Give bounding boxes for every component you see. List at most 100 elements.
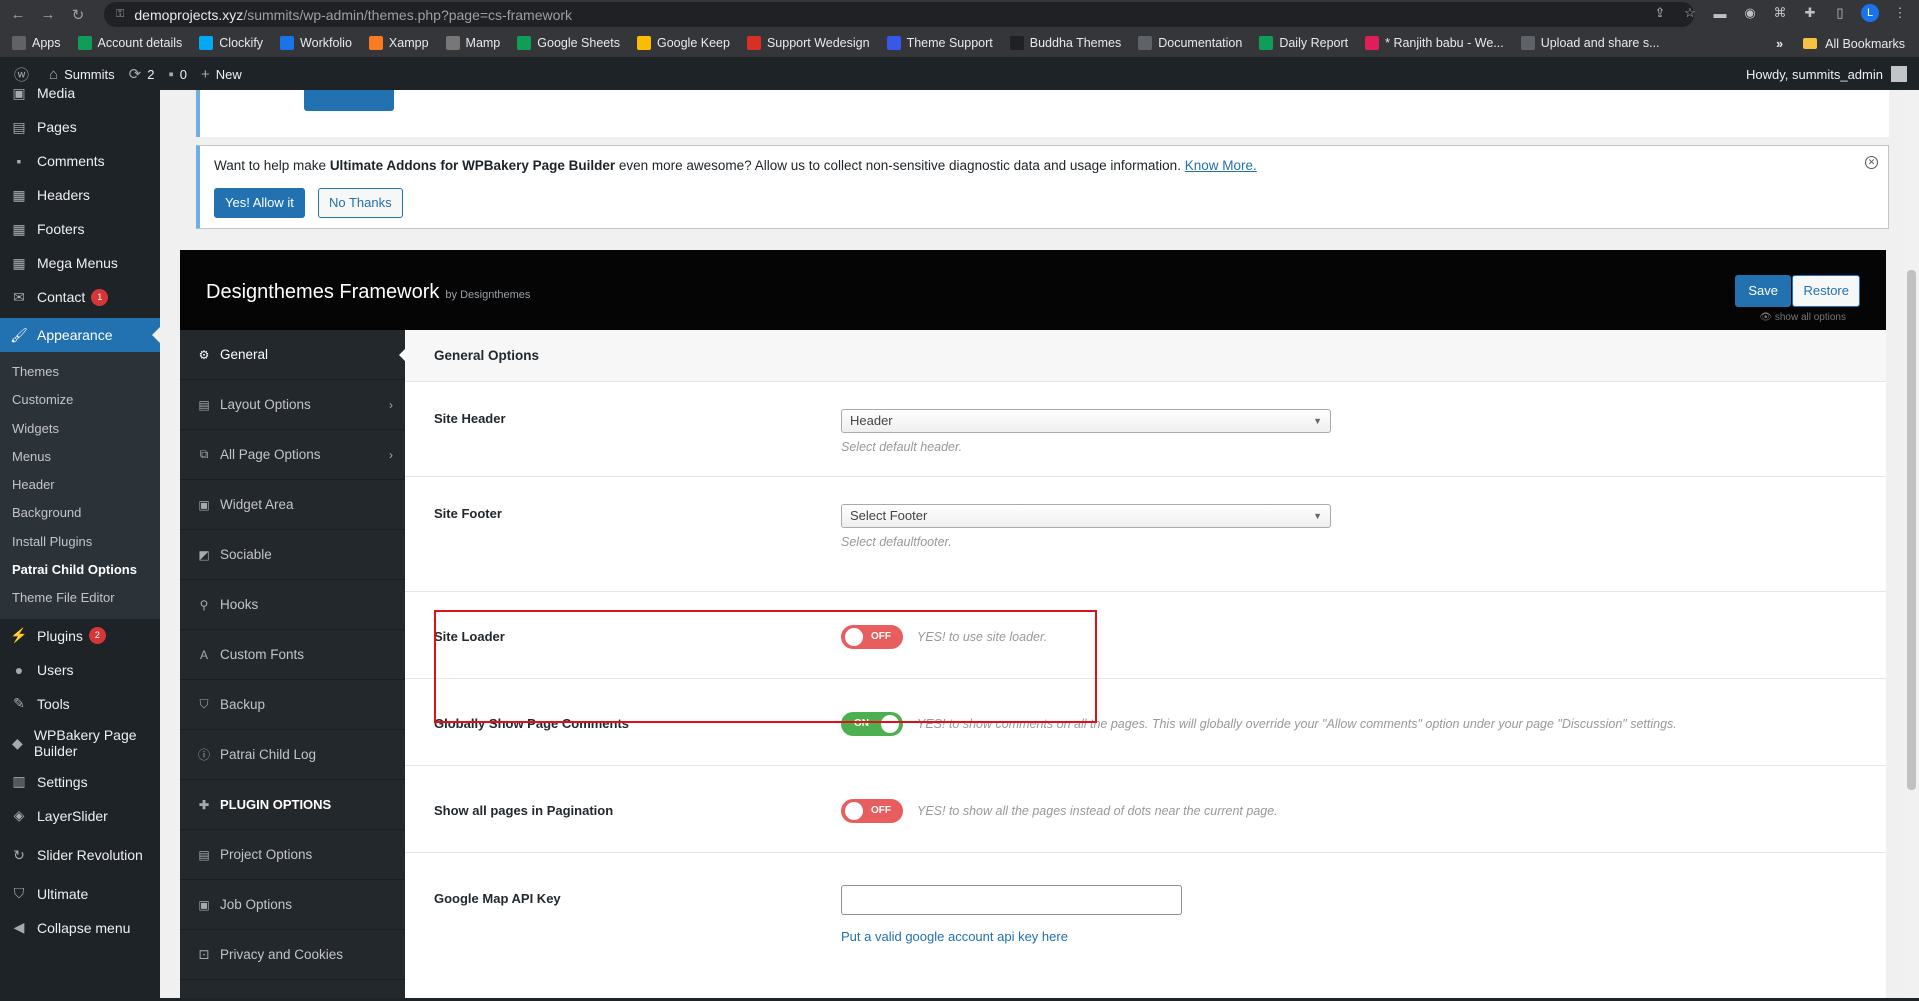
site-loader-label: Site Loader: [434, 629, 505, 644]
know-more-link[interactable]: Know More.: [1185, 158, 1257, 173]
bookmark-workfolio[interactable]: Workfolio: [280, 36, 352, 50]
url-host: demoprojects.xyz: [134, 6, 244, 23]
dismiss-icon[interactable]: ✕: [1865, 156, 1878, 169]
framework-title: Designthemes Framework by Designthemes: [206, 281, 531, 303]
translate-icon[interactable]: ⌘: [1771, 4, 1789, 22]
bookmark-xampp[interactable]: Xampp: [368, 36, 429, 50]
submenu-item-theme-file-editor[interactable]: Theme File Editor: [0, 584, 160, 612]
save-button[interactable]: Save: [1735, 275, 1791, 307]
bookmark-apps[interactable]: Apps: [12, 36, 61, 50]
bookmark-buddha-themes[interactable]: Buddha Themes: [1009, 36, 1121, 50]
bookmark-mamp[interactable]: Mamp: [445, 36, 500, 50]
no-thanks-button[interactable]: No Thanks: [318, 188, 403, 218]
scroll-thumb[interactable]: [1907, 270, 1916, 790]
sidebar-item-plugins[interactable]: ⚡ Plugins 2: [0, 619, 160, 653]
new-content-link[interactable]: + New: [201, 66, 242, 83]
sidebar-item-footers[interactable]: ▦ Footers: [0, 212, 160, 246]
sidebar-item-users[interactable]: ● Users: [0, 653, 160, 687]
show-all-options-link[interactable]: 👁 show all options: [1759, 312, 1846, 323]
site-footer-select[interactable]: Select Footer ▼: [841, 504, 1331, 528]
fw-nav-patrai-child-log[interactable]: ⓘ Patrai Child Log: [180, 730, 405, 780]
field-site-footer: Site Footer Select Footer ▼ Select defaul…: [405, 477, 1886, 592]
fw-nav-job-options[interactable]: ▣ Job Options: [180, 880, 405, 930]
fw-nav-backup[interactable]: ⛉ Backup: [180, 680, 405, 730]
sidebar-item-settings[interactable]: ▥ Settings: [0, 765, 160, 799]
my-account[interactable]: Howdy, summits_admin: [1746, 58, 1907, 90]
restore-button[interactable]: Restore: [1792, 275, 1860, 307]
learn-more-button[interactable]: [304, 90, 394, 111]
sidebar-item-comments[interactable]: ▪ Comments: [0, 144, 160, 178]
pagination-toggle[interactable]: OFF: [841, 799, 903, 823]
submenu-item-themes[interactable]: Themes: [0, 358, 160, 386]
comments-link[interactable]: ▪ 0: [168, 66, 187, 83]
sidebar-item-headers[interactable]: ▦ Headers: [0, 178, 160, 212]
fw-nav-general[interactable]: ⚙ General: [180, 330, 405, 380]
sidebar-item-wpbakery-page-builder[interactable]: ◆ WPBakery Page Builder: [0, 721, 160, 765]
puzzle-icon[interactable]: ✚: [1801, 4, 1819, 22]
bookmark-theme-support[interactable]: Theme Support: [886, 36, 993, 50]
site-info-icon[interactable]: ⚿: [116, 8, 124, 21]
forward-icon[interactable]: →: [36, 3, 60, 27]
star-icon[interactable]: ☆: [1681, 4, 1699, 22]
more-bookmarks-icon[interactable]: »: [1776, 37, 1783, 51]
bookmark-account-details[interactable]: Account details: [77, 36, 182, 50]
bookmark-documentation[interactable]: Documentation: [1138, 36, 1242, 50]
fw-nav-project-options[interactable]: ▤ Project Options: [180, 830, 405, 880]
page-comments-toggle[interactable]: ON: [841, 712, 903, 736]
sidebar-item-ultimate[interactable]: ⛉ Ultimate: [0, 877, 160, 911]
profile-avatar[interactable]: L: [1861, 4, 1879, 22]
bookmark-support-wedesign[interactable]: Support Wedesign: [746, 36, 870, 50]
settings-icon: ▥: [12, 773, 26, 790]
fw-nav-privacy-and-cookies[interactable]: ⚀ Privacy and Cookies: [180, 930, 405, 980]
submenu-item-widgets[interactable]: Widgets: [0, 415, 160, 443]
site-header-select[interactable]: Header ▼: [841, 409, 1331, 433]
sidebar-item-contact[interactable]: ✉ Contact 1: [0, 280, 160, 314]
extension-icon[interactable]: ▬: [1711, 4, 1729, 22]
address-bar[interactable]: ⚿ demoprojects.xyz/summits/wp-admin/them…: [104, 2, 1694, 27]
bookmark-daily-report[interactable]: Daily Report: [1259, 36, 1348, 50]
all-bookmarks[interactable]: All Bookmarks: [1825, 37, 1905, 51]
sidebar-item-tools[interactable]: ✎ Tools: [0, 687, 160, 721]
fw-nav-hooks[interactable]: ⚲ Hooks: [180, 580, 405, 630]
sidebar-item-collapse-menu[interactable]: ◀ Collapse menu: [0, 911, 160, 945]
page-scrollbar[interactable]: [1904, 90, 1919, 1001]
fw-nav-sociable[interactable]: ◩ Sociable: [180, 530, 405, 580]
pagination-desc: YES! to show all the pages instead of do…: [917, 804, 1278, 818]
bookmarks-bar: Apps Account details Clockify Workfolio Xamp…: [0, 29, 1919, 58]
chevron-down-icon: ▼: [1313, 511, 1322, 521]
back-icon[interactable]: ←: [6, 3, 30, 27]
folder-icon: [1803, 38, 1818, 49]
sidebar-item-slider-revolution[interactable]: ↻ Slider Revolution: [0, 833, 160, 877]
sidepanel-icon[interactable]: ▯: [1831, 4, 1849, 22]
sidebar-item-layerslider[interactable]: ◈ LayerSlider: [0, 799, 160, 833]
map-api-input[interactable]: [841, 885, 1182, 915]
submenu-item-header[interactable]: Header: [0, 471, 160, 499]
menu-icon[interactable]: ⋮: [1891, 4, 1909, 22]
sidebar-item-mega-menus[interactable]: ▦ Mega Menus: [0, 246, 160, 280]
submenu-item-menus[interactable]: Menus: [0, 443, 160, 471]
bookmark-google-sheets[interactable]: Google Sheets: [517, 36, 620, 50]
fw-nav-layout-options[interactable]: ▤ Layout Options ›: [180, 380, 405, 430]
bookmark-clockify[interactable]: Clockify: [199, 36, 263, 50]
bookmark-google-keep[interactable]: Google Keep: [636, 36, 730, 50]
bookmark-upload-and-share-s[interactable]: Upload and share s...: [1520, 36, 1660, 50]
submenu-item-background[interactable]: Background: [0, 499, 160, 527]
fw-nav-all-page-options[interactable]: ⧉ All Page Options ›: [180, 430, 405, 480]
submenu-item-customize[interactable]: Customize: [0, 386, 160, 414]
bookmark-ranjith-babu-we[interactable]: * Ranjith babu - We...: [1365, 36, 1504, 50]
allow-button[interactable]: Yes! Allow it: [214, 188, 305, 218]
sidebar-item-pages[interactable]: ▤ Pages: [0, 110, 160, 144]
sidebar-item-media[interactable]: ▣ Media: [0, 76, 160, 110]
site-loader-toggle[interactable]: OFF: [841, 625, 903, 649]
share-icon[interactable]: ⇪: [1651, 4, 1669, 22]
fw-nav-custom-fonts[interactable]: A Custom Fonts: [180, 630, 405, 680]
sidebar-item-appearance[interactable]: 🖌 Appearance: [0, 318, 160, 352]
submenu-item-install-plugins[interactable]: Install Plugins: [0, 528, 160, 556]
site-loader-desc: YES! to use site loader.: [917, 630, 1048, 644]
reload-icon[interactable]: ↻: [66, 3, 90, 27]
fw-nav-widget-area[interactable]: ▣ Widget Area: [180, 480, 405, 530]
submenu-item-patrai-child-options[interactable]: Patrai Child Options: [0, 556, 160, 584]
shield-icon: ⛉: [13, 885, 25, 902]
refresh-icon: ↻: [13, 846, 25, 863]
camera-icon[interactable]: ◉: [1741, 4, 1759, 22]
